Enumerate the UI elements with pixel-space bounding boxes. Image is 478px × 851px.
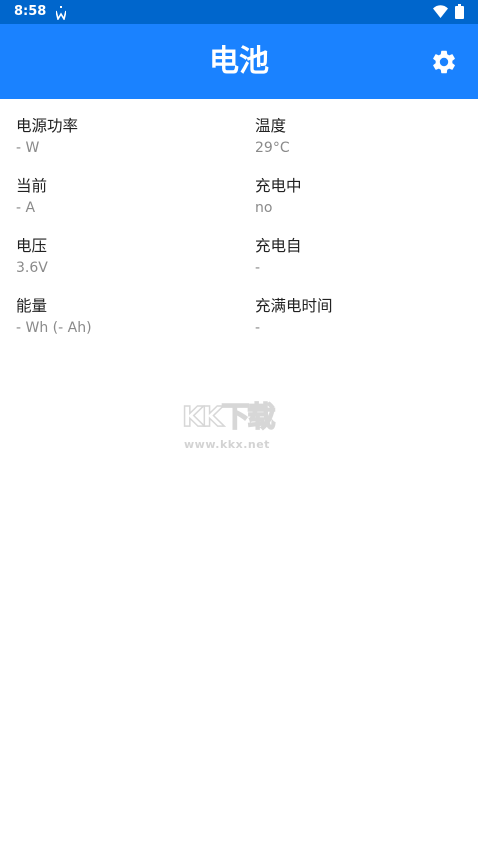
stat-charging: 充电中 no [255,176,475,217]
stat-label: 充满电时间 [255,297,333,315]
app-bar: 电池 [0,24,478,99]
stat-label: 当前 [16,177,48,195]
battery-icon [455,4,464,19]
stat-power: 电源功率 - W [16,116,236,157]
wifi-icon [433,5,448,18]
status-time: 8:58 [14,4,47,19]
settings-button[interactable] [428,46,460,78]
stat-label: 充电中 [255,177,302,195]
stat-charging-since: 充电自 - [255,236,475,277]
stat-label: 能量 [16,297,48,315]
status-bar: 8:58 [0,0,478,24]
gear-icon [433,50,455,74]
watermark: KK下载 www.kkx.net [181,399,302,460]
stat-value: 3.6V [16,260,48,276]
stat-value: - W [16,140,40,156]
stat-current: 当前 - A [16,176,236,217]
watermark-url: www.kkx.net [184,438,270,451]
watermark-logo: KK下载 [181,399,276,434]
stat-value: - A [16,200,36,216]
page-title: 电池 [209,44,269,79]
stat-label: 充电自 [255,237,302,255]
stat-voltage: 电压 3.6V [16,236,236,277]
stat-value: - [255,260,261,276]
stat-label: 电源功率 [16,117,79,135]
stat-label: 电压 [16,237,48,255]
stat-value: - Wh (- Ah) [16,320,92,336]
stat-energy: 能量 - Wh (- Ah) [16,296,236,337]
stat-time-to-full: 充满电时间 - [255,296,475,337]
stat-value: no [255,200,273,216]
stat-value: - [255,320,261,336]
stat-value: 29°C [255,140,290,156]
stat-temperature: 温度 29°C [255,116,475,157]
stat-label: 温度 [255,117,287,135]
w-notification-icon [56,6,66,20]
